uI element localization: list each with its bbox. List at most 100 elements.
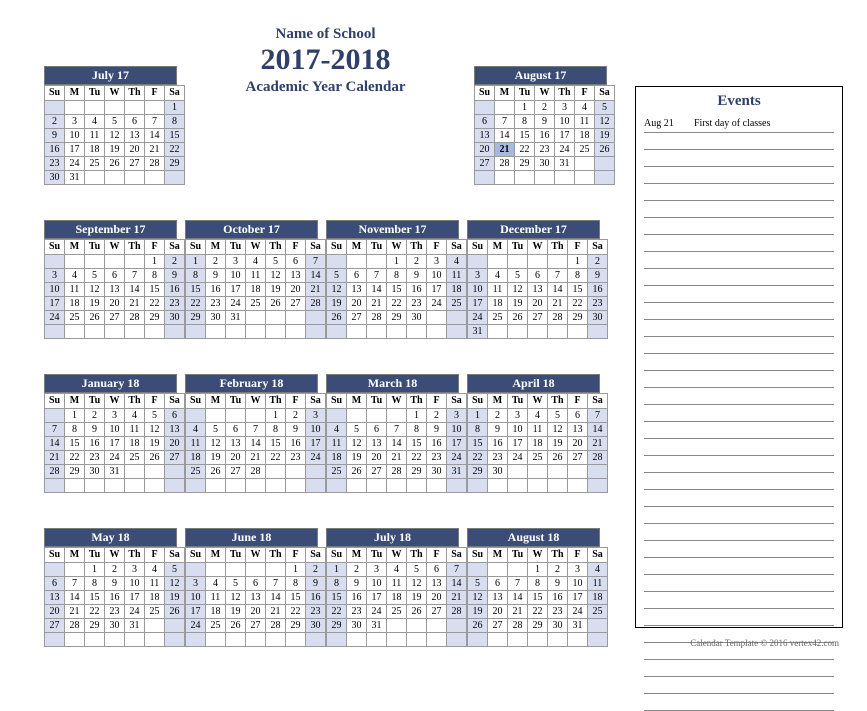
- day-cell: 2: [105, 563, 125, 577]
- day-cell: 15: [327, 591, 347, 605]
- dow-label: W: [528, 394, 548, 409]
- day-cell: [246, 563, 266, 577]
- day-cell: [165, 325, 185, 339]
- day-cell: [475, 101, 495, 115]
- day-cell: 24: [468, 311, 488, 325]
- day-cell: [488, 633, 508, 647]
- day-cell: 10: [186, 591, 206, 605]
- day-cell: 20: [125, 143, 145, 157]
- day-cell: 13: [568, 423, 588, 437]
- day-cell: 8: [286, 577, 306, 591]
- day-cell: 17: [125, 591, 145, 605]
- dow-label: Su: [45, 240, 65, 255]
- day-cell: 7: [447, 563, 467, 577]
- day-cell: 6: [347, 269, 367, 283]
- day-cell: [246, 325, 266, 339]
- event-row-blank: [644, 320, 834, 337]
- day-cell: 31: [105, 465, 125, 479]
- day-cell: 1: [568, 255, 588, 269]
- day-cell: 7: [387, 423, 407, 437]
- dow-label: Sa: [306, 240, 326, 255]
- day-cell: 30: [488, 465, 508, 479]
- day-cell: [407, 325, 427, 339]
- month-table: SuMTuWThFSa12345678910111213141516171819…: [185, 239, 326, 339]
- day-cell: 26: [85, 311, 105, 325]
- day-cell: 1: [65, 409, 85, 423]
- day-cell: [266, 633, 286, 647]
- dow-label: Su: [475, 86, 495, 101]
- day-cell: 16: [347, 591, 367, 605]
- day-cell: 11: [387, 577, 407, 591]
- event-row-blank: [644, 133, 834, 150]
- month-block: January 18SuMTuWThFSa1234567891011121314…: [44, 374, 177, 493]
- day-cell: [85, 255, 105, 269]
- day-cell: [145, 171, 165, 185]
- event-row-blank: [644, 473, 834, 490]
- day-cell: 15: [85, 591, 105, 605]
- dow-label: F: [427, 548, 447, 563]
- day-cell: [367, 325, 387, 339]
- dow-label: F: [286, 548, 306, 563]
- day-cell: 6: [165, 409, 185, 423]
- day-cell: [306, 465, 326, 479]
- events-list: Aug 21First day of classes: [644, 116, 834, 711]
- day-cell: [575, 157, 595, 171]
- dow-label: M: [65, 394, 85, 409]
- day-cell: 20: [105, 297, 125, 311]
- day-cell: [575, 171, 595, 185]
- day-cell: 11: [65, 283, 85, 297]
- day-cell: 9: [206, 269, 226, 283]
- day-cell: [165, 619, 185, 633]
- month-table: SuMTuWThFSa12345678910111213141516171819…: [44, 393, 185, 493]
- day-cell: 10: [468, 283, 488, 297]
- day-cell: [105, 325, 125, 339]
- day-cell: 10: [226, 269, 246, 283]
- day-cell: [515, 171, 535, 185]
- day-cell: 9: [347, 577, 367, 591]
- day-cell: 30: [535, 157, 555, 171]
- dow-label: W: [528, 548, 548, 563]
- day-cell: 16: [286, 437, 306, 451]
- day-cell: 12: [165, 577, 185, 591]
- day-cell: [286, 633, 306, 647]
- day-cell: [387, 409, 407, 423]
- day-cell: 25: [327, 465, 347, 479]
- month-table: SuMTuWThFSa12345678910111213141516171819…: [185, 547, 326, 647]
- day-cell: 9: [588, 269, 608, 283]
- day-cell: 10: [568, 577, 588, 591]
- day-cell: [246, 633, 266, 647]
- day-cell: 28: [65, 619, 85, 633]
- day-cell: 11: [575, 115, 595, 129]
- day-cell: [568, 633, 588, 647]
- day-cell: 13: [165, 423, 185, 437]
- event-row-blank: [644, 456, 834, 473]
- dow-label: M: [65, 548, 85, 563]
- day-cell: [588, 465, 608, 479]
- day-cell: 23: [407, 297, 427, 311]
- day-cell: 4: [327, 423, 347, 437]
- dow-label: M: [206, 394, 226, 409]
- month-title: August 18: [467, 528, 600, 547]
- day-cell: 8: [568, 269, 588, 283]
- day-cell: 15: [266, 437, 286, 451]
- day-cell: 29: [568, 311, 588, 325]
- day-cell: [165, 171, 185, 185]
- day-cell: 14: [495, 129, 515, 143]
- day-cell: 19: [347, 451, 367, 465]
- day-cell: 5: [206, 423, 226, 437]
- day-cell: 22: [407, 451, 427, 465]
- day-cell: 24: [568, 605, 588, 619]
- day-cell: 10: [65, 129, 85, 143]
- day-cell: 13: [528, 283, 548, 297]
- day-cell: 1: [85, 563, 105, 577]
- day-cell: 22: [468, 451, 488, 465]
- day-cell: 14: [125, 283, 145, 297]
- day-cell: [45, 409, 65, 423]
- day-cell: 13: [475, 129, 495, 143]
- day-cell: 21: [447, 591, 467, 605]
- year-range: 2017-2018: [185, 43, 466, 77]
- day-cell: [145, 633, 165, 647]
- day-cell: 21: [125, 297, 145, 311]
- event-row-blank: [644, 694, 834, 711]
- day-cell: 2: [535, 101, 555, 115]
